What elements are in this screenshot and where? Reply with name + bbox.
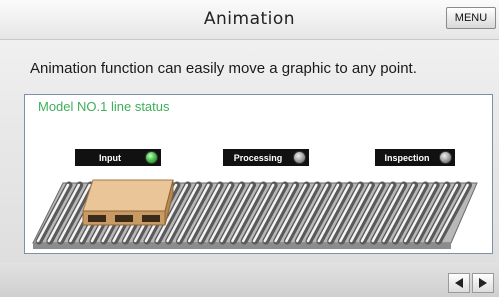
status-lamp-icon xyxy=(145,151,158,164)
panel-title: Model NO.1 line status xyxy=(38,99,170,114)
station-input: Input xyxy=(75,149,161,166)
menu-button[interactable]: MENU xyxy=(446,7,496,29)
triangle-right-icon xyxy=(479,278,487,288)
description-text: Animation function can easily move a gra… xyxy=(30,60,417,77)
status-lamp-icon xyxy=(439,151,452,164)
next-page-button[interactable] xyxy=(472,273,494,293)
station-label: Input xyxy=(99,152,121,163)
station-processing: Processing xyxy=(223,149,309,166)
header-bar: Animation MENU xyxy=(0,0,499,40)
conveyor-belt-graphic xyxy=(32,179,478,249)
station-label: Processing xyxy=(233,152,283,163)
status-lamp-icon xyxy=(293,151,306,164)
page-title: Animation xyxy=(203,9,296,29)
line-status-panel: Model NO.1 line status Input Processing … xyxy=(24,94,493,254)
triangle-left-icon xyxy=(455,278,463,288)
footer-bar xyxy=(0,262,499,297)
station-label: Inspection xyxy=(384,152,430,163)
prev-page-button[interactable] xyxy=(448,273,470,293)
pallet-graphic xyxy=(82,179,174,226)
station-inspection: Inspection xyxy=(375,149,455,166)
